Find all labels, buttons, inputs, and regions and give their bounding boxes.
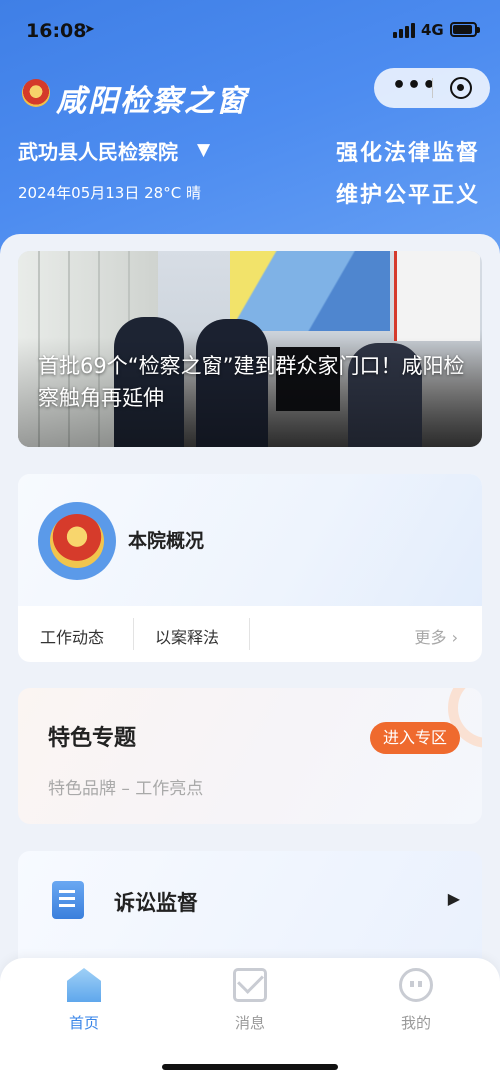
miniprogram-capsule[interactable]: •••: [374, 68, 490, 108]
overview-header[interactable]: 本院概况: [18, 474, 482, 606]
status-bar: 16:08 ➤ 4G: [0, 0, 500, 60]
target-icon[interactable]: [450, 77, 472, 99]
tab-mine[interactable]: 我的: [366, 968, 466, 1033]
document-icon: [52, 881, 84, 919]
app-title: 咸阳检察之窗: [56, 84, 248, 119]
overview-label: 本院概况: [128, 530, 205, 552]
caret-down-icon[interactable]: ▼: [197, 140, 210, 160]
overview-tabs: 工作动态 以案释法 更多 ›: [18, 606, 482, 662]
more-dots-icon[interactable]: •••: [392, 73, 437, 98]
tab-case-law[interactable]: 以案释法: [155, 624, 219, 648]
banner-title[interactable]: 首批69个“检察之窗”建到群众家门口！咸阳检察触角再延伸: [38, 350, 468, 414]
tab-mine-label: 我的: [400, 1014, 431, 1032]
location-arrow-icon: ➤: [84, 22, 95, 37]
more-link[interactable]: 更多 ›: [415, 624, 459, 648]
news-banner[interactable]: [18, 251, 482, 447]
tab-divider: [249, 618, 250, 650]
tab-messages[interactable]: 消息: [200, 968, 300, 1033]
status-time: 16:08: [26, 20, 87, 42]
home-indicator[interactable]: [162, 1064, 338, 1070]
special-subtitle: 特色品牌 – 工作亮点: [48, 779, 204, 799]
capsule-divider: [432, 78, 433, 98]
special-title: 特色专题: [48, 726, 137, 751]
overview-card: 本院概况 工作动态 以案释法 更多 ›: [18, 474, 482, 662]
network-type: 4G: [421, 21, 444, 39]
mail-icon: [233, 968, 267, 1002]
more-label: 更多: [414, 628, 447, 647]
litigation-card[interactable]: 诉讼监督 ▶: [18, 851, 482, 971]
tab-messages-label: 消息: [234, 1014, 265, 1032]
court-selector[interactable]: 武功县人民检察院: [18, 136, 178, 165]
battery-icon: [450, 22, 480, 37]
tab-divider: [133, 618, 134, 650]
special-topics-card[interactable]: 特色专题 特色品牌 – 工作亮点 进入专区: [18, 688, 482, 824]
slogan-line-1: 强化法律监督: [335, 141, 480, 166]
banner-map: [230, 251, 390, 331]
play-arrow-icon[interactable]: ▶: [448, 889, 460, 908]
emblem-icon: [38, 502, 116, 580]
enter-zone-button[interactable]: 进入专区: [370, 722, 460, 754]
chevron-right-icon: ›: [446, 628, 458, 647]
signal-icon: [393, 22, 415, 38]
tab-home-label: 首页: [68, 1014, 99, 1032]
slogan-line-2: 维护公平正义: [335, 183, 480, 208]
litigation-label: 诉讼监督: [114, 891, 198, 915]
procuratorate-emblem-icon: [22, 79, 50, 107]
date-weather: 2024年05月13日 28°C 晴: [18, 184, 201, 202]
home-icon: [67, 968, 101, 1002]
banner-board: [394, 251, 480, 341]
tab-work-news[interactable]: 工作动态: [40, 624, 104, 648]
tab-home[interactable]: 首页: [34, 968, 134, 1033]
user-icon: [399, 968, 433, 1002]
